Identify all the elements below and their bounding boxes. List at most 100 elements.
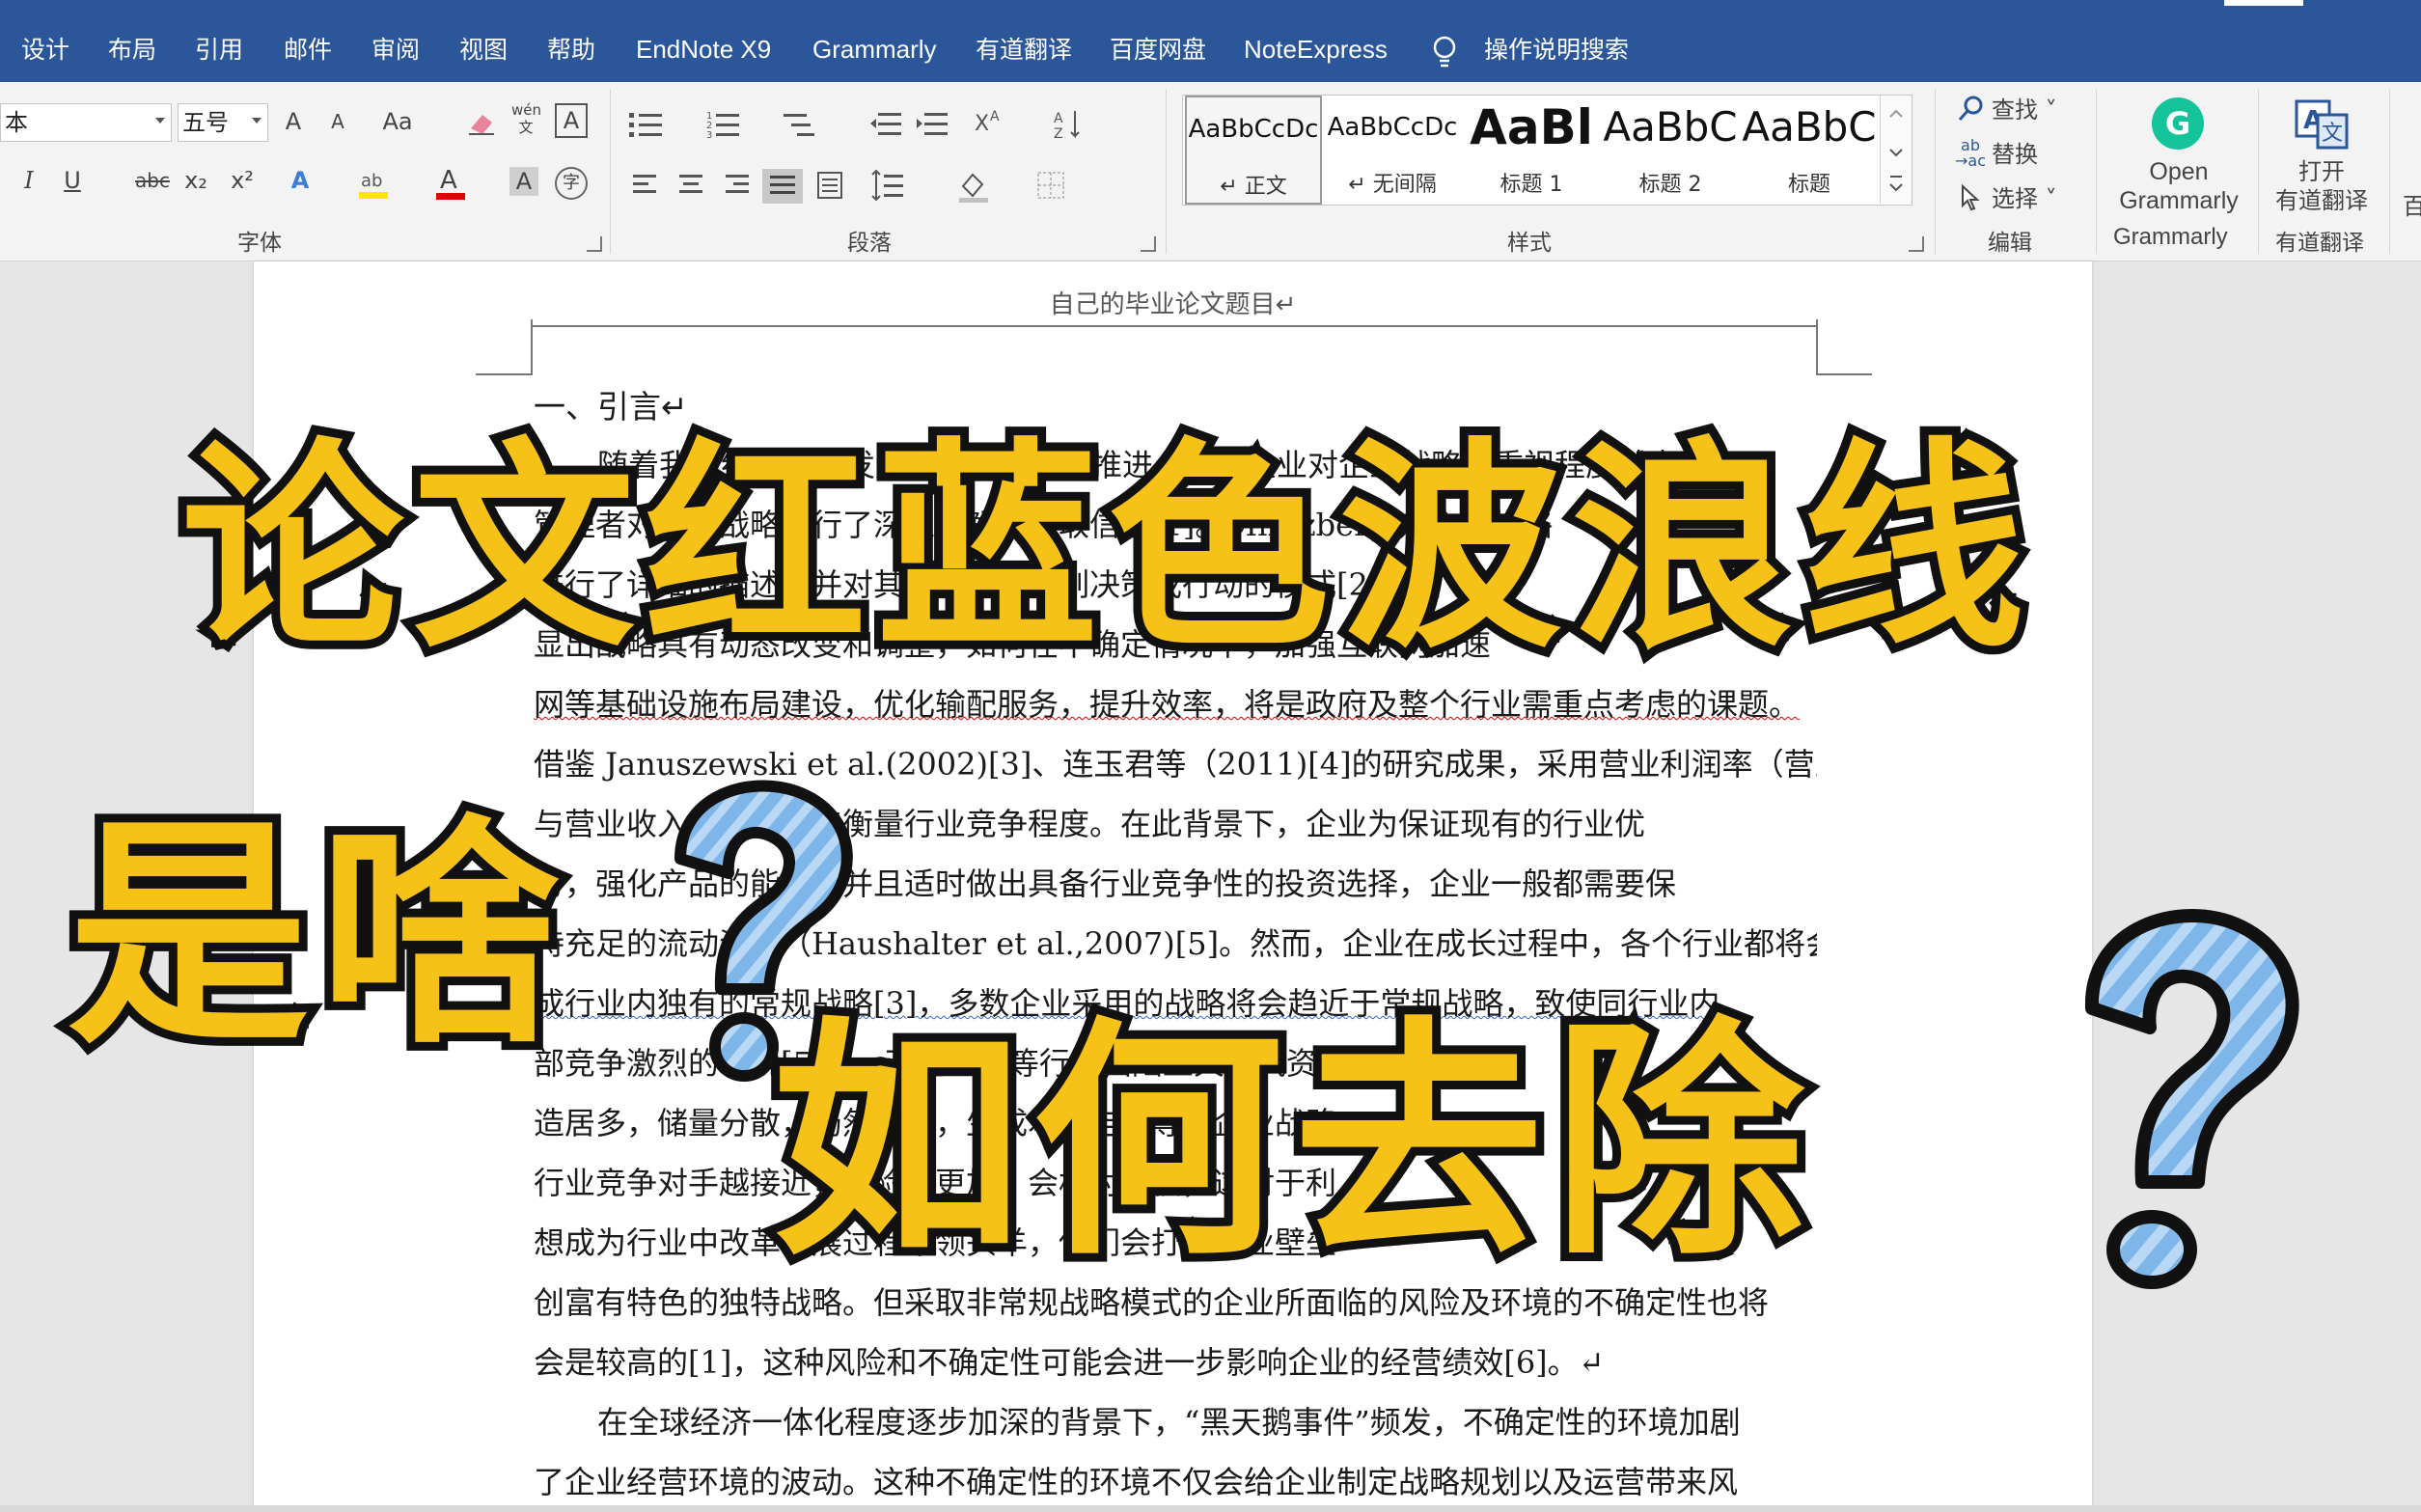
text-line: 会是较高的[1]，这种风险和不确定性可能会进一步影响企业的经营绩效[6]。↵ [534,1344,1605,1381]
crop-mark [476,373,533,375]
phonetic-guide-label: wén [511,101,542,119]
lightbulb-icon[interactable] [1430,35,1459,69]
superscript-button[interactable]: x² [228,162,257,199]
grow-font-button[interactable]: A [280,103,307,140]
question-mark-icon [674,780,853,1082]
tab-review[interactable]: 审阅 [371,0,420,82]
svg-text:A: A [1054,111,1063,126]
font-size-value: 五号 [182,109,229,136]
grammarly-icon: G [2152,97,2204,150]
group-label-styles: 样式 [1507,231,1552,256]
overlay-title-line2: 是啥 [59,792,569,1080]
change-case-button[interactable]: Aa [378,103,417,140]
italic-button[interactable]: I [17,162,41,199]
strikethrough-button[interactable]: abc [133,162,172,199]
svg-text:X: X [975,112,989,136]
styles-gallery-scroll[interactable] [1880,96,1912,204]
svg-text:Z: Z [1054,126,1063,142]
style-no-spacing[interactable]: AaBbCcDc ↵ 无间隔 [1324,96,1461,205]
style-preview: AaBbCcDc [1188,115,1319,144]
select-label: 选择 [1992,185,2038,212]
paragraph-dialog-launcher[interactable] [1141,236,1156,252]
window-corner [2224,0,2303,6]
enclose-char-button[interactable]: 字 [555,167,588,200]
svg-text:文: 文 [2322,122,2343,146]
overlay-title-line3: 如何去除 [763,995,1814,1292]
subscript-button[interactable]: x₂ [181,162,210,199]
style-heading-2[interactable]: AaBbC 标题 2 [1602,96,1739,205]
tell-me-search[interactable]: 操作说明搜索 [1484,0,1629,82]
styles-dialog-launcher[interactable] [1909,236,1924,252]
style-name: 标题 [1787,173,1830,197]
style-preview: AaBbC [1742,103,1877,151]
search-icon [1958,96,1983,121]
clear-format-icon[interactable] [467,109,496,136]
status-strip [0,1505,2421,1512]
tab-design[interactable]: 设计 [21,0,69,82]
style-normal[interactable]: AaBbCcDc ↵ 正文 [1185,96,1322,205]
tab-layout[interactable]: 布局 [108,0,156,82]
question-mark-icon [2084,909,2299,1289]
group-label-font: 字体 [237,231,282,256]
highlight-icon[interactable]: ab [357,167,392,202]
svg-text:3: 3 [706,130,712,141]
font-name-box[interactable]: 本 [0,103,172,142]
tab-noteexpress[interactable]: NoteExpress [1244,0,1388,82]
phonetic-guide-button[interactable]: wén 文 [511,101,542,136]
open-grammarly-button[interactable]: Open Grammarly [2108,157,2249,215]
find-button[interactable]: 查找 ˅ [1992,92,2057,128]
ribbon: 本 五号 A A Aa wén 文 A I U abc x₂ x² A ab A … [0,82,2421,261]
open-youdao-button[interactable]: 打开 有道翻译 [2268,157,2376,215]
open-grammarly-label-1: Open [2149,158,2209,185]
paragraph-top-row-icons[interactable]: 123 XA AZ [629,107,1131,142]
tab-grammarly[interactable]: Grammarly [812,0,937,82]
page-header[interactable]: 自己的毕业论文题目↵ [254,285,2092,320]
svg-text:A: A [990,109,1000,124]
text-effects-button[interactable]: A [286,162,315,199]
translate-icon: A 文 [2295,99,2349,150]
svg-text:ab: ab [361,171,382,191]
style-preview: AaBbC [1603,103,1738,151]
text-line: 了企业经营环境的波动。这种不确定性的环境不仅会给企业制定战略规划以及运营带来风 [534,1464,1739,1500]
underline-button[interactable]: U [60,162,85,199]
overlay-title-line1: 论文红蓝色波浪线 [173,416,2035,684]
replace-icon: ab →ac [1954,136,1986,170]
paragraph-bottom-row-icons[interactable] [629,169,1131,204]
font-name-value: 本 [5,109,28,136]
select-button[interactable]: 选择 ˅ [1992,180,2057,217]
style-name: ↵ 正文 [1220,175,1287,199]
font-color-icon[interactable]: A [434,165,467,202]
group-label-editing: 编辑 [1988,231,2032,256]
open-grammarly-label-2: Grammarly [2119,187,2239,214]
crop-mark [1816,319,1818,373]
open-youdao-label-1: 打开 [2298,158,2345,185]
ribbon-overflow-label: 百 [2403,193,2421,220]
style-title[interactable]: AaBbC 标题 [1741,96,1878,205]
replace-button[interactable]: 替换 [1992,136,2038,173]
tab-help[interactable]: 帮助 [547,0,595,82]
style-heading-1[interactable]: AaBl 标题 1 [1463,96,1600,205]
crop-mark [531,319,533,373]
text-line: 网等基础设施布局建设，优化输配服务，提升效率，将是政府及整个行业需重点考虑的课题… [534,686,1801,723]
crop-mark [1816,373,1872,375]
tab-youdao[interactable]: 有道翻译 [976,0,1072,82]
group-label-paragraph: 段落 [847,231,892,256]
font-size-box[interactable]: 五号 [178,103,268,142]
group-label-youdao: 有道翻译 [2275,231,2364,256]
tab-baidu-netdisk[interactable]: 百度网盘 [1110,0,1206,82]
cursor-select-icon [1962,184,1980,211]
char-border-button[interactable]: A [555,103,588,138]
shrink-font-button[interactable]: A [324,103,351,140]
styles-gallery: AaBbCcDc ↵ 正文 AaBbCcDc ↵ 无间隔 AaBl 标题 1 A… [1182,95,1912,206]
tab-view[interactable]: 视图 [459,0,508,82]
char-shading-button[interactable]: A [509,167,538,196]
tab-references[interactable]: 引用 [195,0,243,82]
svg-text:A: A [440,166,457,195]
style-name: 标题 2 [1638,173,1702,197]
svg-text:G: G [2165,105,2190,142]
text-line: 在全球经济一体化程度逐步加深的背景下，“黑天鹅事件”频发，不确定性的环境加剧 [597,1404,1741,1441]
tab-endnote[interactable]: EndNote X9 [636,0,771,82]
font-dialog-launcher[interactable] [587,236,602,252]
find-label: 查找 [1992,96,2038,124]
tab-mailings[interactable]: 邮件 [284,0,332,82]
